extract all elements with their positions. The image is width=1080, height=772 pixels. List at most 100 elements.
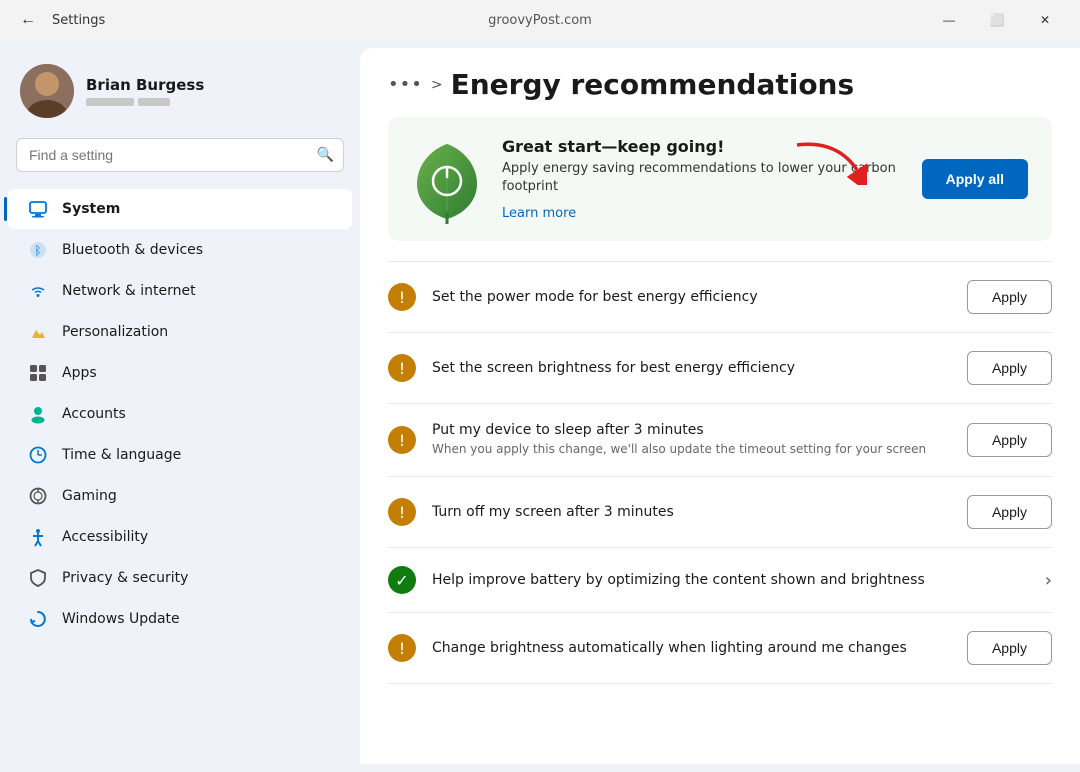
warning-icon-power-mode: ! <box>388 283 416 311</box>
gaming-icon <box>28 486 48 506</box>
user-bar-1 <box>86 98 134 106</box>
sidebar-item-network[interactable]: Network & internet <box>8 271 352 311</box>
sidebar-item-label-privacy: Privacy & security <box>62 570 188 586</box>
rec-text-screen-off: Turn off my screen after 3 minutes <box>432 504 951 520</box>
rec-item-auto-brightness: ! Change brightness automatically when l… <box>388 612 1052 684</box>
sidebar-item-bluetooth[interactable]: ᛒ Bluetooth & devices <box>8 230 352 270</box>
rec-title-power-mode: Set the power mode for best energy effic… <box>432 289 951 305</box>
success-icon-battery: ✓ <box>388 566 416 594</box>
apply-all-button[interactable]: Apply all <box>922 159 1028 199</box>
avatar <box>20 64 74 118</box>
rec-item-sleep: ! Put my device to sleep after 3 minutes… <box>388 403 1052 476</box>
sidebar-item-privacy[interactable]: Privacy & security <box>8 558 352 598</box>
apply-button-power-mode[interactable]: Apply <box>967 280 1052 314</box>
sidebar-item-accessibility[interactable]: Accessibility <box>8 517 352 557</box>
sidebar-item-label-apps: Apps <box>62 365 97 381</box>
content-area: ••• > Energy recommendations <box>360 48 1080 764</box>
rec-text-battery: Help improve battery by optimizing the c… <box>432 572 1029 588</box>
sidebar-item-label-personalization: Personalization <box>62 324 168 340</box>
apply-button-screen-off[interactable]: Apply <box>967 495 1052 529</box>
sidebar-item-label-update: Windows Update <box>62 611 180 627</box>
sidebar-item-gaming[interactable]: Gaming <box>8 476 352 516</box>
rec-item-power-mode: ! Set the power mode for best energy eff… <box>388 261 1052 332</box>
warning-icon-sleep: ! <box>388 426 416 454</box>
apply-button-auto-brightness[interactable]: Apply <box>967 631 1052 665</box>
breadcrumb-dots: ••• <box>388 74 423 95</box>
rec-text-sleep: Put my device to sleep after 3 minutes W… <box>432 422 951 458</box>
rec-subtitle-sleep: When you apply this change, we'll also u… <box>432 441 951 458</box>
user-name: Brian Burgess <box>86 76 204 94</box>
window-controls: — ⬜ ✕ <box>926 4 1068 36</box>
time-icon <box>28 445 48 465</box>
sidebar: Brian Burgess 🔍 <box>0 40 360 772</box>
rec-title-auto-brightness: Change brightness automatically when lig… <box>432 640 951 656</box>
learn-more-link[interactable]: Learn more <box>502 206 576 221</box>
sidebar-item-label-time: Time & language <box>62 447 181 463</box>
rec-title-sleep: Put my device to sleep after 3 minutes <box>432 422 951 438</box>
app-name: Settings <box>52 13 105 28</box>
user-info: Brian Burgess <box>86 76 204 106</box>
rec-title-screen-off: Turn off my screen after 3 minutes <box>432 504 951 520</box>
sidebar-item-update[interactable]: Windows Update <box>8 599 352 639</box>
main-layout: Brian Burgess 🔍 <box>0 40 1080 772</box>
privacy-icon <box>28 568 48 588</box>
user-detail-bars <box>86 98 204 106</box>
user-profile: Brian Burgess <box>0 52 360 138</box>
system-icon <box>28 199 48 219</box>
minimize-button[interactable]: — <box>926 4 972 36</box>
accessibility-icon <box>28 527 48 547</box>
back-button[interactable]: ← <box>12 7 44 33</box>
url-display: groovyPost.com <box>488 13 592 28</box>
rec-text-screen-brightness: Set the screen brightness for best energ… <box>432 360 951 376</box>
page-title: Energy recommendations <box>451 68 855 101</box>
hero-section: Great start—keep going! Apply energy sav… <box>388 117 1052 241</box>
page-header: ••• > Energy recommendations <box>360 48 1080 117</box>
maximize-button[interactable]: ⬜ <box>974 4 1020 36</box>
sidebar-item-label-accessibility: Accessibility <box>62 529 148 545</box>
rec-title-screen-brightness: Set the screen brightness for best energ… <box>432 360 951 376</box>
breadcrumb-arrow: > <box>431 77 443 93</box>
sidebar-item-time[interactable]: Time & language <box>8 435 352 475</box>
search-input[interactable] <box>16 138 344 172</box>
chevron-right-icon: › <box>1045 570 1052 591</box>
search-icon: 🔍 <box>317 147 334 163</box>
hero-subtitle: Apply energy saving recommendations to l… <box>502 160 902 196</box>
search-box: 🔍 <box>16 138 344 172</box>
leaf-icon <box>412 139 482 219</box>
update-icon <box>28 609 48 629</box>
close-button[interactable]: ✕ <box>1022 4 1068 36</box>
sidebar-item-label-accounts: Accounts <box>62 406 126 422</box>
warning-icon-screen-off: ! <box>388 498 416 526</box>
nav-list: System ᛒ Bluetooth & devices <box>0 188 360 640</box>
sidebar-item-label-system: System <box>62 201 120 217</box>
svg-text:ᛒ: ᛒ <box>34 244 41 258</box>
bluetooth-icon: ᛒ <box>28 240 48 260</box>
accounts-icon <box>28 404 48 424</box>
rec-title-battery: Help improve battery by optimizing the c… <box>432 572 1029 588</box>
rec-item-battery[interactable]: ✓ Help improve battery by optimizing the… <box>388 547 1052 612</box>
recommendations-list: ! Set the power mode for best energy eff… <box>360 261 1080 684</box>
titlebar: ← Settings groovyPost.com — ⬜ ✕ <box>0 0 1080 40</box>
avatar-image <box>20 64 74 118</box>
apply-button-sleep[interactable]: Apply <box>967 423 1052 457</box>
rec-item-screen-off: ! Turn off my screen after 3 minutes App… <box>388 476 1052 547</box>
sidebar-item-personalization[interactable]: Personalization <box>8 312 352 352</box>
sidebar-item-label-gaming: Gaming <box>62 488 117 504</box>
personalization-icon <box>28 322 48 342</box>
warning-icon-auto-brightness: ! <box>388 634 416 662</box>
apps-icon <box>28 363 48 383</box>
sidebar-item-system[interactable]: System <box>8 189 352 229</box>
rec-text-auto-brightness: Change brightness automatically when lig… <box>432 640 951 656</box>
sidebar-item-label-network: Network & internet <box>62 283 196 299</box>
sidebar-item-apps[interactable]: Apps <box>8 353 352 393</box>
network-icon <box>28 281 48 301</box>
sidebar-item-label-bluetooth: Bluetooth & devices <box>62 242 203 258</box>
sidebar-item-accounts[interactable]: Accounts <box>8 394 352 434</box>
user-bar-2 <box>138 98 170 106</box>
hero-title: Great start—keep going! <box>502 137 902 156</box>
apply-button-screen-brightness[interactable]: Apply <box>967 351 1052 385</box>
hero-text: Great start—keep going! Apply energy sav… <box>502 137 902 221</box>
rec-text-power-mode: Set the power mode for best energy effic… <box>432 289 951 305</box>
warning-icon-screen-brightness: ! <box>388 354 416 382</box>
rec-item-screen-brightness: ! Set the screen brightness for best ene… <box>388 332 1052 403</box>
